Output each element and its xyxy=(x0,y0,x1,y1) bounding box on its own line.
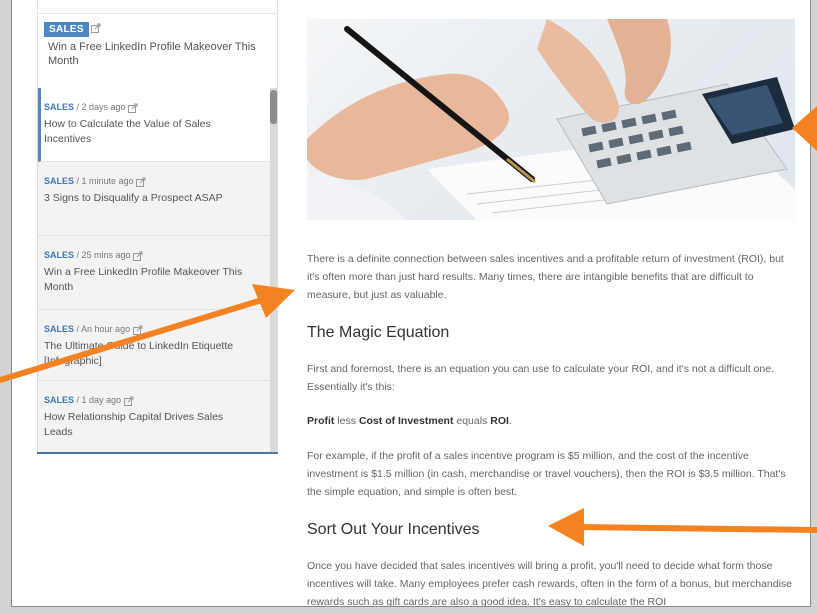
arrow-icon xyxy=(0,284,295,383)
arrow-icon xyxy=(548,508,817,546)
annotation-arrows xyxy=(0,106,817,546)
arrow-icon xyxy=(792,106,817,151)
